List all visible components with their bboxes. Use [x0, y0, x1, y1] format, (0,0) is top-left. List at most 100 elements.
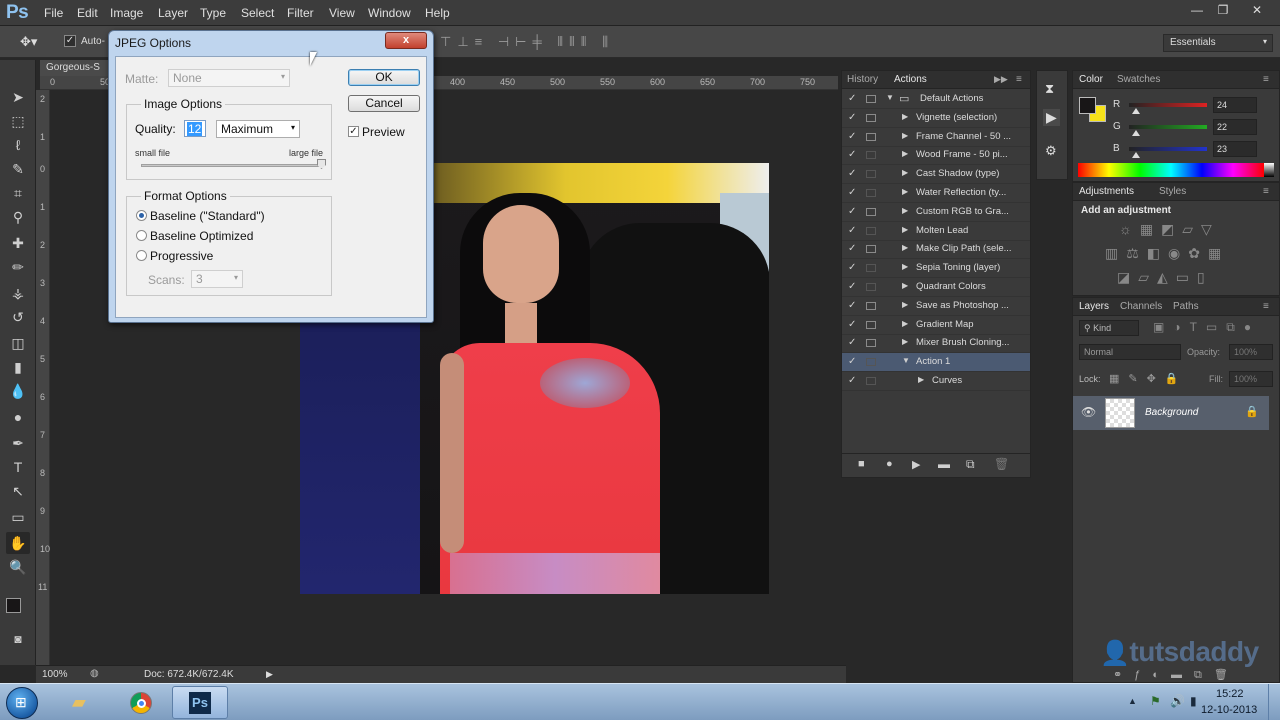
fill-field[interactable]: 100%	[1229, 371, 1273, 387]
action-dialog-toggle-icon[interactable]	[866, 95, 876, 103]
expand-triangle-right-icon[interactable]: ▶	[902, 225, 908, 234]
action-dialog-toggle-icon[interactable]	[866, 113, 876, 122]
action-row[interactable]: ✓ ▶ Curves	[842, 372, 1030, 391]
brush-tool-icon[interactable]: ✏	[6, 256, 30, 278]
expand-triangle-down-icon[interactable]: ▼	[886, 93, 894, 102]
quick-select-tool-icon[interactable]: ✎	[6, 158, 30, 180]
menu-select[interactable]: Select	[241, 6, 274, 20]
tab-adjustments[interactable]: Adjustments	[1079, 186, 1134, 197]
action-dialog-toggle-icon[interactable]	[866, 358, 876, 367]
zoom-level[interactable]: 100%	[42, 669, 68, 680]
color-channel-value[interactable]: 23	[1213, 141, 1257, 157]
taskbar-chrome[interactable]	[114, 686, 170, 719]
lock-icons[interactable]: ▦✎✥🔒	[1109, 372, 1188, 385]
panel-menu-icon[interactable]: ≡	[1263, 301, 1269, 312]
action-dialog-toggle-icon[interactable]	[866, 226, 876, 235]
action-toggle-check-icon[interactable]: ✓	[848, 206, 860, 217]
delete-icon[interactable]: 🗑	[994, 457, 1009, 471]
blend-mode-select[interactable]: Normal	[1079, 344, 1181, 360]
auto-select-checkbox[interactable]: ✓	[64, 35, 76, 47]
preview-label[interactable]: Preview	[362, 125, 405, 139]
action-dialog-toggle-icon[interactable]	[866, 283, 876, 291]
play-icon[interactable]: ▶	[912, 458, 920, 471]
color-slider-thumb[interactable]	[1132, 152, 1141, 158]
visibility-eye-icon[interactable]: 👁	[1081, 405, 1096, 419]
action-dialog-toggle-icon[interactable]	[866, 264, 876, 273]
record-icon[interactable]: ●	[886, 458, 893, 470]
action-row[interactable]: ✓ ▶ Save as Photoshop ...	[842, 297, 1030, 316]
new-set-icon[interactable]: ▬	[938, 457, 950, 471]
foreground-color-chip[interactable]	[1079, 97, 1096, 114]
lasso-tool-icon[interactable]: ℓ	[6, 134, 30, 156]
action-row[interactable]: ✓ ▶ Wood Frame - 50 pi...	[842, 146, 1030, 166]
history-brush-tool-icon[interactable]: ↺	[6, 306, 30, 328]
healing-brush-tool-icon[interactable]: ✚	[6, 232, 30, 254]
action-dialog-toggle-icon[interactable]	[866, 151, 876, 160]
action-toggle-check-icon[interactable]: ✓	[848, 131, 860, 142]
adjustment-icons-row-3[interactable]: ◪▱◭▭▯	[1117, 269, 1213, 286]
blur-tool-icon[interactable]: 💧	[6, 380, 30, 402]
hand-tool-icon[interactable]: ✋	[6, 532, 30, 554]
color-channel-value[interactable]: 24	[1213, 97, 1257, 113]
layer-filter-icons[interactable]: ▣◑T▭⧉●	[1153, 320, 1260, 335]
color-channel-value[interactable]: 22	[1213, 119, 1257, 135]
status-menu-arrow-icon[interactable]: ▶	[266, 669, 273, 680]
action-dialog-toggle-icon[interactable]	[866, 189, 876, 197]
action-toggle-check-icon[interactable]: ✓	[848, 168, 860, 179]
clock-time[interactable]: 15:22	[1216, 688, 1244, 700]
expand-triangle-right-icon[interactable]: ▶	[902, 149, 908, 158]
quality-slider-track[interactable]	[141, 164, 321, 167]
panel-menu-icon[interactable]: ≡	[1016, 74, 1022, 85]
workspace-switcher[interactable]: Essentials ▾	[1163, 34, 1273, 52]
action-toggle-check-icon[interactable]: ✓	[848, 243, 860, 254]
menu-view[interactable]: View	[329, 6, 355, 20]
action-dialog-toggle-icon[interactable]	[866, 170, 876, 179]
expand-triangle-right-icon[interactable]: ▶	[902, 206, 908, 215]
expand-triangle-right-icon[interactable]: ▶	[902, 319, 908, 328]
cancel-button[interactable]: Cancel	[348, 95, 420, 112]
stop-recording-icon[interactable]: ■	[858, 458, 865, 470]
action-row[interactable]: ✓ ▶ Quadrant Colors	[842, 278, 1030, 297]
menu-type[interactable]: Type	[200, 6, 226, 20]
panel-menu-icon[interactable]: ≡	[1263, 74, 1269, 85]
radio-baseline-optimized[interactable]	[136, 230, 147, 241]
action-toggle-check-icon[interactable]: ✓	[848, 93, 860, 104]
quality-preset-select[interactable]: Maximum ▾	[216, 120, 300, 138]
tab-history[interactable]: History	[847, 74, 878, 85]
action-row[interactable]: ✓ ▶ Gradient Map	[842, 316, 1030, 335]
dodge-tool-icon[interactable]: ●	[6, 406, 30, 428]
eraser-tool-icon[interactable]: ◫	[6, 332, 30, 354]
expand-triangle-down-icon[interactable]: ▼	[902, 356, 910, 365]
adjustment-icons-row-2[interactable]: ▥⚖◧◉✿▦	[1105, 245, 1229, 262]
layer-name[interactable]: Background	[1145, 407, 1198, 418]
action-toggle-check-icon[interactable]: ✓	[848, 300, 860, 311]
baseline-standard-label[interactable]: Baseline ("Standard")	[150, 209, 265, 223]
action-row[interactable]: ✓ ▼ ▭ Default Actions	[842, 90, 1030, 109]
radio-progressive[interactable]	[136, 250, 147, 261]
action-toggle-check-icon[interactable]: ✓	[848, 281, 860, 292]
action-dialog-toggle-icon[interactable]	[866, 377, 876, 385]
taskbar-photoshop[interactable]: Ps	[172, 686, 228, 719]
move-tool-icon[interactable]: ➤	[6, 86, 30, 108]
expand-triangle-right-icon[interactable]: ▶	[918, 375, 924, 384]
grayscale-ramp[interactable]	[1264, 163, 1274, 177]
tray-network-icon[interactable]: ▮	[1190, 694, 1197, 708]
minimize-window-button[interactable]: —	[1184, 2, 1210, 18]
action-toggle-check-icon[interactable]: ✓	[848, 337, 860, 348]
color-slider-thumb[interactable]	[1131, 130, 1140, 136]
expand-triangle-right-icon[interactable]: ▶	[902, 131, 908, 140]
clock-date[interactable]: 12-10-2013	[1201, 704, 1257, 716]
action-dialog-toggle-icon[interactable]	[866, 320, 876, 329]
color-channel-slider[interactable]	[1129, 103, 1207, 107]
layer-row-background[interactable]: 👁 Background 🔒	[1073, 396, 1269, 430]
expand-triangle-right-icon[interactable]: ▶	[902, 112, 908, 121]
type-tool-icon[interactable]: T	[6, 456, 30, 478]
expand-triangle-right-icon[interactable]: ▶	[902, 187, 908, 196]
tab-styles[interactable]: Styles	[1159, 186, 1186, 197]
action-row[interactable]: ✓ ▶ Custom RGB to Gra...	[842, 203, 1030, 222]
menu-edit[interactable]: Edit	[77, 6, 98, 20]
menu-window[interactable]: Window	[368, 6, 411, 20]
panel-collapse-icon[interactable]: ▶▶	[994, 74, 1008, 85]
action-toggle-check-icon[interactable]: ✓	[848, 319, 860, 330]
opacity-field[interactable]: 100%	[1229, 344, 1273, 360]
